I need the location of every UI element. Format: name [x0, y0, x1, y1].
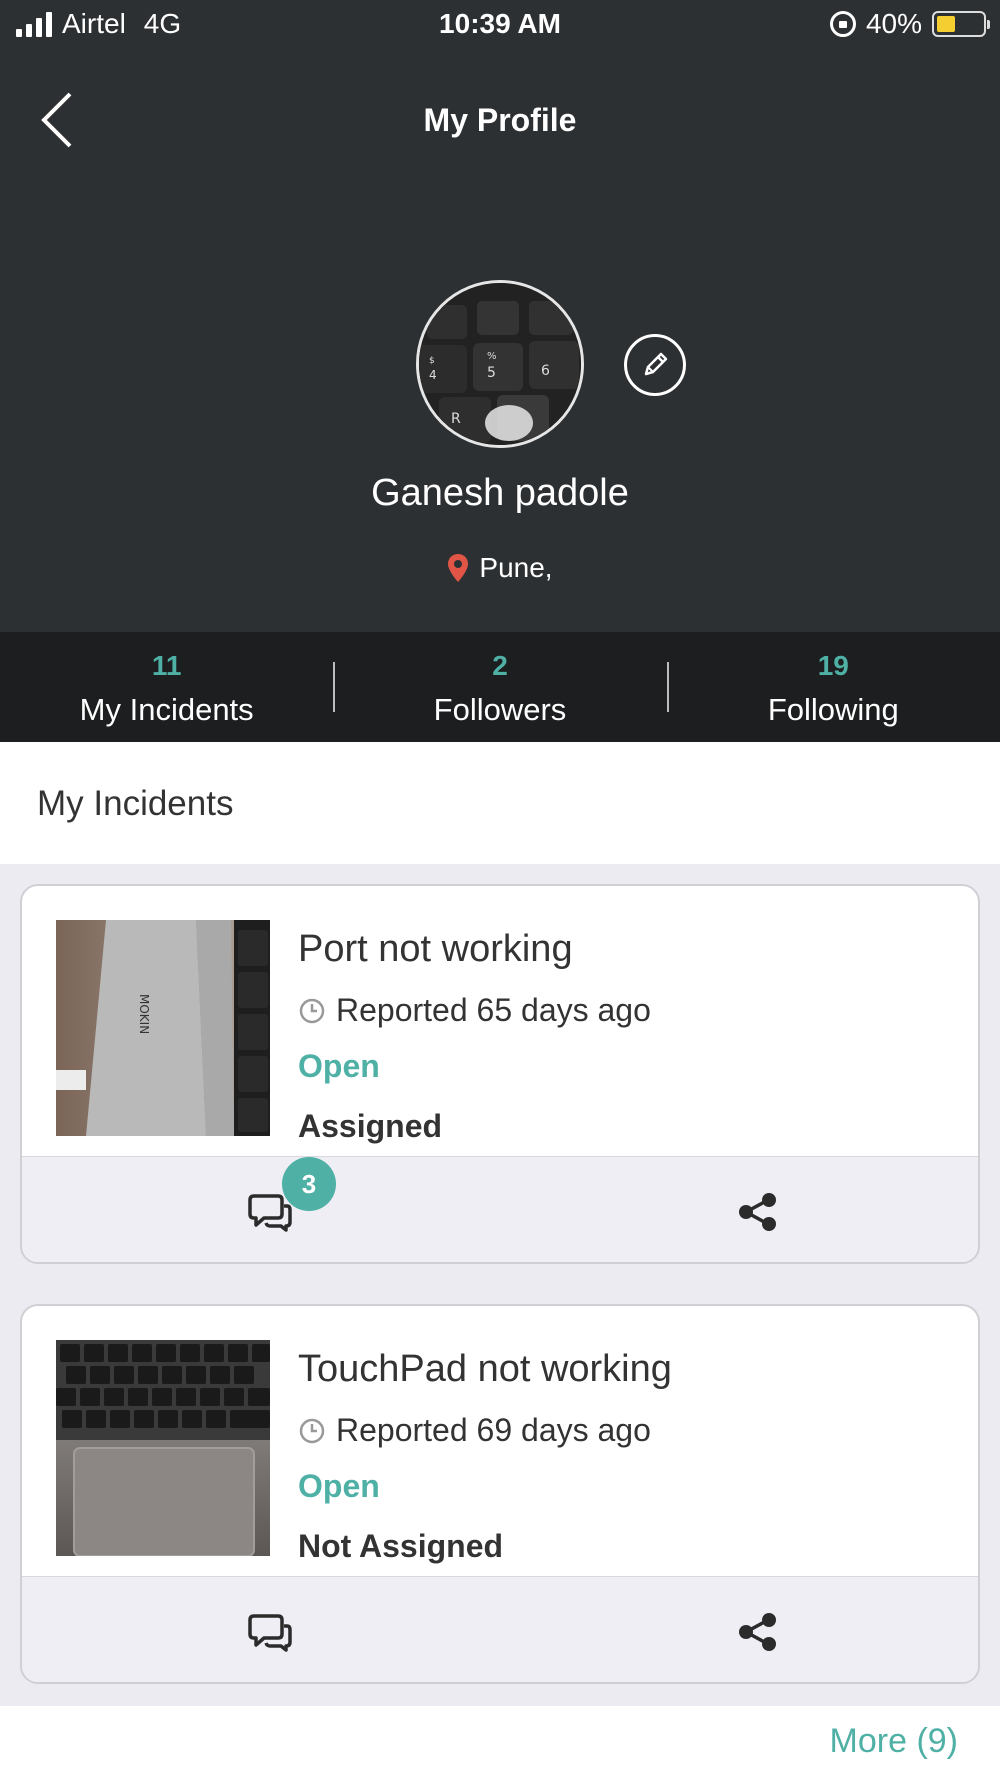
share-icon: [739, 1193, 776, 1231]
svg-text:%: %: [487, 351, 497, 362]
battery-icon: [932, 11, 990, 37]
stat-label: Following: [767, 692, 899, 727]
pencil-icon: [644, 352, 668, 376]
section-title: My Incidents: [37, 784, 234, 823]
svg-text:R: R: [451, 411, 461, 427]
comment-icon: [248, 1614, 292, 1652]
stat-following[interactable]: 19 Following: [666, 632, 1000, 742]
stat-count: 11: [151, 650, 182, 681]
edit-profile-button[interactable]: [624, 334, 686, 396]
stat-label: Followers: [433, 692, 567, 727]
battery-percent: 40%: [865, 8, 922, 39]
svg-text:MOKIN: MOKIN: [137, 994, 151, 1034]
profile-header: Airtel 4G 10:39 AM 40% My Profile $ 4 % …: [0, 0, 1000, 632]
section-header: My Incidents: [0, 742, 1000, 864]
incident-assignment: Assigned: [298, 1108, 443, 1144]
incident-card[interactable]: TouchPad not working Reported 69 days ag…: [20, 1304, 980, 1684]
status-bar-right: 40%: [829, 8, 990, 40]
reported-text: Reported 65 days ago: [336, 992, 651, 1028]
share-icon: [739, 1613, 776, 1651]
comment-count-badge: 3: [282, 1157, 336, 1211]
stat-count: 19: [817, 650, 849, 681]
share-button[interactable]: [728, 1185, 788, 1239]
location-text: Pune,: [479, 552, 553, 583]
svg-text:4: 4: [429, 368, 437, 382]
nav-bar: My Profile: [0, 70, 1000, 170]
stat-followers[interactable]: 2 Followers: [333, 632, 666, 742]
stat-label: My Incidents: [79, 692, 254, 727]
svg-text:6: 6: [541, 363, 550, 379]
profile-stats: 11 My Incidents 2 Followers 19 Following: [0, 632, 1000, 742]
map-pin-icon: [448, 554, 469, 582]
incident-thumbnail: MOKIN: [56, 920, 270, 1136]
incident-actions: 3: [22, 1156, 978, 1262]
app: Airtel 4G 10:39 AM 40% My Profile $ 4 % …: [0, 0, 1000, 1778]
incident-card[interactable]: MOKIN Port not working Reported 65 days …: [20, 884, 980, 1264]
incident-title: TouchPad not working: [298, 1348, 672, 1390]
rotation-lock-icon: [829, 11, 856, 37]
avatar: $ 4 % 5 6 R: [416, 280, 584, 448]
share-button[interactable]: [728, 1605, 788, 1659]
profile-name: Ganesh padole: [371, 472, 629, 514]
stat-count: 2: [492, 650, 508, 681]
incident-title: Port not working: [298, 928, 573, 970]
incident-reported: Reported 69 days ago: [298, 1412, 651, 1449]
comment-button[interactable]: [240, 1605, 300, 1659]
reported-text: Reported 69 days ago: [336, 1412, 651, 1448]
svg-text:$: $: [429, 356, 435, 366]
page-title: My Profile: [423, 102, 577, 138]
list-footer: More (9): [0, 1706, 1000, 1778]
incident-status: Open: [298, 1468, 380, 1504]
stat-my-incidents[interactable]: 11 My Incidents: [0, 632, 333, 742]
incident-actions: [22, 1576, 978, 1682]
clock-icon: [299, 998, 325, 1023]
profile-location: Pune,: [0, 552, 1000, 584]
svg-text:5: 5: [487, 365, 496, 381]
incident-assignment: Not Assigned: [298, 1528, 504, 1564]
incident-thumbnail: [56, 1340, 270, 1556]
incident-reported: Reported 65 days ago: [298, 992, 651, 1029]
status-bar: Airtel 4G 10:39 AM 40%: [0, 0, 1000, 50]
more-link[interactable]: More (9): [830, 1722, 958, 1761]
clock-icon: [299, 1418, 325, 1443]
incident-status: Open: [298, 1048, 380, 1084]
